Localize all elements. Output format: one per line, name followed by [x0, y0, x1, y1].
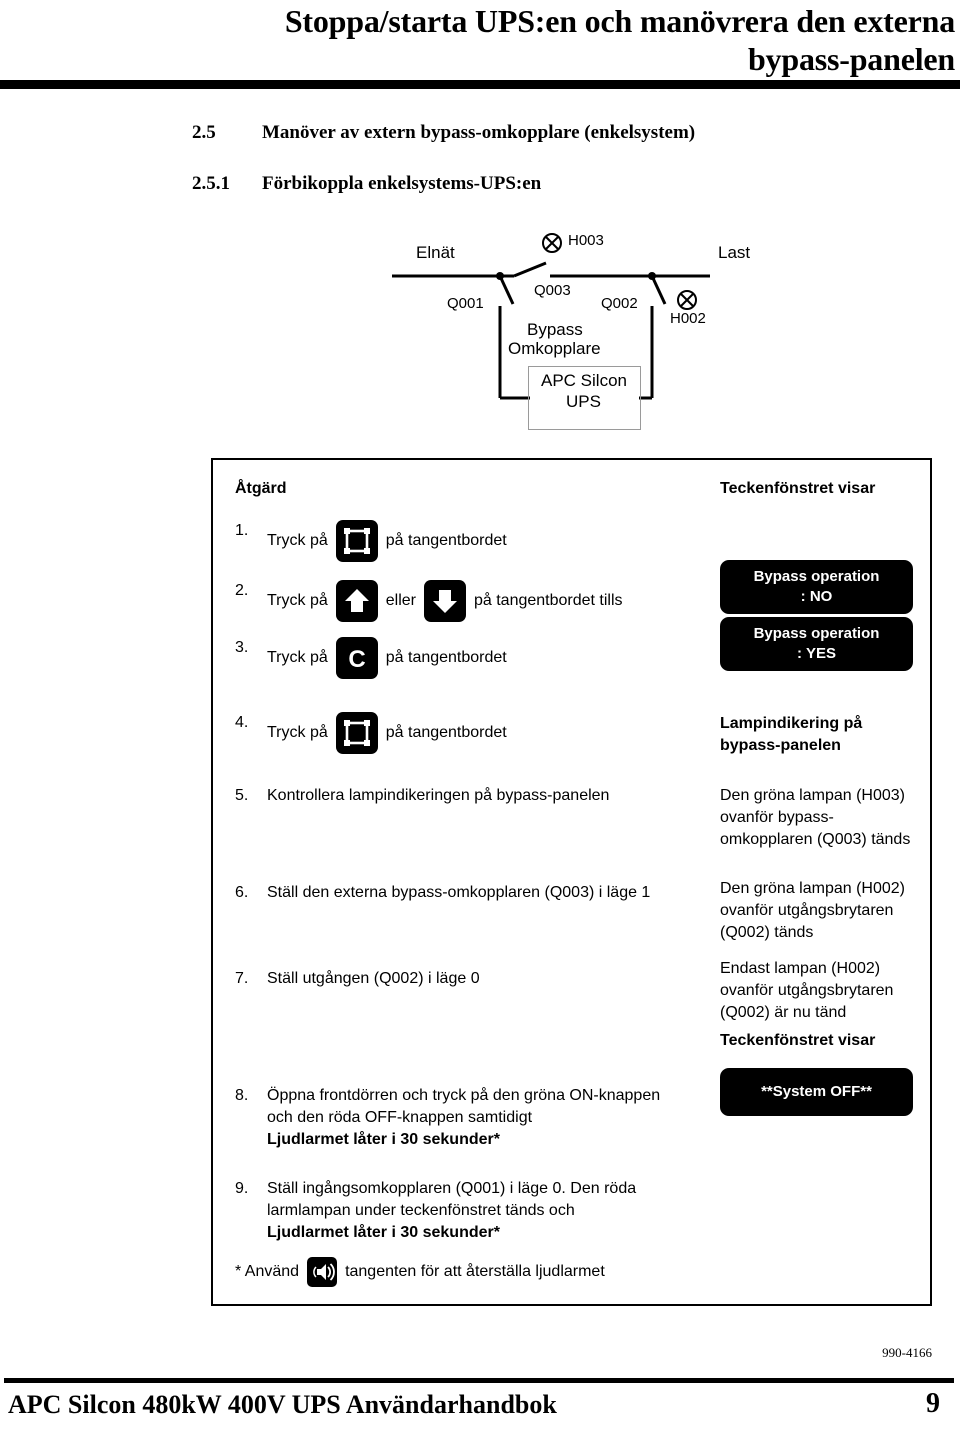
step-5: 5. Kontrollera lampindikeringen på bypas… [235, 785, 609, 807]
step-7-number: 7. [235, 970, 249, 987]
step-9: 9. Ställ ingångsomkopplaren (Q001) i läg… [235, 1178, 636, 1244]
result-step-7: Endast lampan (H002) ovanför utgångsbryt… [720, 958, 925, 1024]
diagram-label-q003: Q003 [534, 282, 571, 299]
column-header-display: Teckenfönstret visar [720, 480, 876, 497]
step-3: 3. Tryck på C på tangentbordet [235, 637, 507, 679]
step-9-number: 9. [235, 1180, 249, 1197]
step-6-number: 6. [235, 884, 249, 901]
result-step-6: Den gröna lampan (H002) ovanför utgångsb… [720, 878, 925, 944]
lcd-line-1: **System OFF** [761, 1083, 872, 1100]
result-step-4-line-2: bypass-panelen [720, 737, 841, 754]
diagram-label-omkopplare: Omkopplare [508, 339, 601, 358]
lcd-line-1: Bypass operation [753, 625, 880, 642]
step-3-number: 3. [235, 639, 249, 656]
diagram-label-q001: Q001 [447, 295, 484, 312]
page-title-line-1: Stoppa/starta UPS:en och manövrera den e… [284, 3, 955, 39]
step-9-line-2: larmlampan under teckenfönstret tänds oc… [267, 1202, 575, 1219]
lcd-line-2: : NO [800, 588, 833, 605]
result-step-5-line-2: ovanför bypass- [720, 809, 834, 826]
column-header-display-2: Teckenfönstret visar [720, 1032, 876, 1049]
step-4-number: 4. [235, 714, 249, 731]
step-4-text-after: på tangentbordet [385, 724, 507, 741]
page-title-line-2: bypass-panelen [747, 41, 955, 77]
section-number: 2.5 [192, 122, 216, 143]
result-step-5-line-1: Den gröna lampan (H003) [720, 787, 905, 804]
step-6-text: Ställ den externa bypass-omkopplaren (Q0… [267, 884, 651, 901]
result-step-7-line-1: Endast lampan (H002) [720, 960, 881, 977]
diagram-label-mains: Elnät [416, 243, 455, 262]
step-7: 7. Ställ utgången (Q002) i läge 0 [235, 968, 480, 990]
up-arrow-key-icon[interactable] [335, 580, 378, 622]
frame-key-icon[interactable] [335, 520, 378, 562]
lcd-readout-bypass-yes: Bypass operation : YES [720, 617, 913, 671]
diagram-label-h003: H003 [568, 232, 604, 249]
step-1-text-after: på tangentbordet [385, 532, 507, 549]
diagram-label-h002: H002 [670, 310, 706, 327]
diagram-label-q002: Q002 [601, 295, 638, 312]
result-step-5: Den gröna lampan (H003) ovanför bypass- … [720, 785, 925, 851]
step-8-line-1: Öppna frontdörren och tryck på den gröna… [267, 1087, 661, 1104]
document-code: 990-4166 [882, 1345, 932, 1360]
step-2-text-middle: eller [385, 592, 416, 609]
lcd-line-1: Bypass operation [753, 568, 880, 585]
step-2: 2. Tryck på eller på tangentbordet tills [235, 580, 623, 622]
step-8: 8. Öppna frontdörren och tryck på den gr… [235, 1085, 660, 1151]
step-9-line-1: Ställ ingångsomkopplaren (Q001) i läge 0… [267, 1180, 637, 1197]
step-8-line-3: Ljudlarmet låter i 30 sekunder* [267, 1131, 500, 1148]
section-heading-2-5: 2.5 Manöver av extern bypass-omkopplare (… [192, 122, 695, 144]
c-key-icon[interactable]: C [335, 637, 378, 679]
diagram-label-bypass: Bypass [527, 320, 583, 339]
lcd-readout-system-off: **System OFF** [720, 1068, 913, 1116]
step-2-text-before: Tryck på [267, 592, 328, 609]
section-number: 2.5.1 [192, 173, 230, 194]
down-arrow-key-icon[interactable] [423, 580, 466, 622]
frame-key-icon[interactable] [335, 712, 378, 754]
page-title: Stoppa/starta UPS:en och manövrera den e… [110, 2, 955, 78]
result-step-4: Lampindikering på bypass-panelen [720, 713, 925, 757]
bypass-schematic-diagram: Elnät Last H003 H002 Q001 Q002 Q003 Bypa… [380, 228, 800, 443]
step-1: 1. Tryck på på tangentbordet [235, 520, 507, 562]
result-step-4-line-1: Lampindikering på [720, 715, 863, 732]
diagram-label-ups-line-1: APC Silcon [541, 371, 627, 390]
step-7-text: Ställ utgången (Q002) i läge 0 [267, 970, 480, 987]
section-title: Förbikoppla enkelsystems-UPS:en [262, 173, 542, 194]
result-step-6-line-3: (Q002) tänds [720, 924, 814, 941]
step-9-line-3: Ljudlarmet låter i 30 sekunder* [267, 1224, 500, 1241]
alarm-silence-key-icon[interactable] [307, 1257, 338, 1287]
step-8-line-2: och den röda OFF-knappen samtidigt [267, 1109, 533, 1126]
title-rule [0, 80, 960, 89]
diagram-label-load: Last [718, 243, 751, 262]
result-step-7-line-3: (Q002) är nu tänd [720, 1004, 847, 1021]
step-4: 4. Tryck på på tangentbordet [235, 712, 507, 754]
footnote-text-after: tangenten för att återställa ljudlarmet [345, 1263, 605, 1280]
result-step-6-line-1: Den gröna lampan (H002) [720, 880, 905, 897]
section-title: Manöver av extern bypass-omkopplare (enk… [262, 122, 696, 143]
step-1-number: 1. [235, 522, 249, 539]
step-4-text-before: Tryck på [267, 724, 328, 741]
step-2-number: 2. [235, 582, 249, 599]
result-step-5-line-3: omkopplaren (Q003) tänds [720, 831, 911, 848]
step-3-text-before: Tryck på [267, 649, 328, 666]
step-5-number: 5. [235, 787, 249, 804]
footer-title: APC Silcon 480kW 400V UPS Användarhandbo… [8, 1390, 557, 1419]
lcd-readout-bypass-no: Bypass operation : NO [720, 560, 913, 614]
step-6: 6. Ställ den externa bypass-omkopplaren … [235, 882, 650, 904]
footer-page-number: 9 [926, 1388, 940, 1419]
step-2-text-after: på tangentbordet tills [473, 592, 623, 609]
lcd-line-2: : YES [797, 645, 836, 662]
diagram-label-ups-line-2: UPS [566, 392, 601, 411]
result-step-6-line-2: ovanför utgångsbrytaren [720, 902, 894, 919]
svg-text:C: C [348, 646, 365, 673]
step-8-number: 8. [235, 1087, 249, 1104]
step-5-text: Kontrollera lampindikeringen på bypass-p… [267, 787, 610, 804]
column-header-action: Åtgärd [235, 480, 287, 497]
footnote-text-before: * Använd [235, 1263, 300, 1280]
section-heading-2-5-1: 2.5.1 Förbikoppla enkelsystems-UPS:en [192, 173, 541, 195]
step-3-text-after: på tangentbordet [385, 649, 507, 666]
footnote: * Använd tangenten för att återställa lj… [235, 1257, 605, 1287]
step-1-text-before: Tryck på [267, 532, 328, 549]
result-step-7-line-2: ovanför utgångsbrytaren [720, 982, 894, 999]
procedure-table: Åtgärd Teckenfönstret visar Teckenfönstr… [211, 458, 932, 1306]
footer-rule [4, 1378, 954, 1383]
